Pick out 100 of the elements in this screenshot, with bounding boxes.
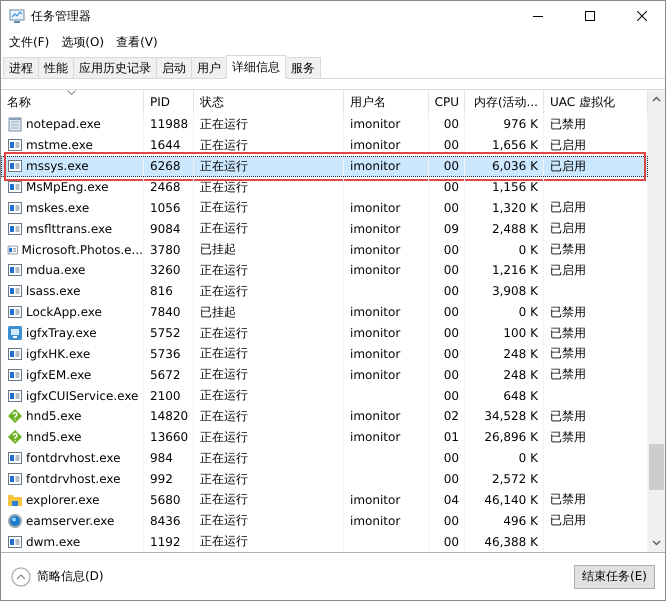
process-row[interactable]: hnd5.exe 13660 正在运行 imonitor 01 26,896 K 已禁用 bbox=[1, 426, 648, 448]
cpu-cell: 00 bbox=[429, 156, 465, 177]
cpu-cell: 00 bbox=[429, 448, 465, 469]
app-window-icon bbox=[7, 534, 23, 550]
process-row[interactable]: LockApp.exe 7840 已挂起 imonitor 00 0 K 已禁用 bbox=[1, 302, 648, 323]
pid-cell: 1192 bbox=[144, 531, 194, 552]
process-name: igfxCUIService.exe bbox=[26, 388, 138, 403]
tab[interactable]: 用户 bbox=[191, 57, 227, 78]
cpu-cell: 00 bbox=[429, 468, 465, 490]
scroll-thumb[interactable] bbox=[649, 444, 664, 490]
cpu-cell: 00 bbox=[429, 176, 465, 198]
app-window-icon bbox=[7, 471, 23, 488]
menu-item[interactable]: 文件(F) bbox=[3, 34, 56, 50]
status-cell: 已挂起 bbox=[194, 239, 344, 260]
cpu-cell: 00 bbox=[429, 260, 465, 281]
tab[interactable]: 服务 bbox=[285, 57, 321, 78]
cpu-cell: 00 bbox=[429, 385, 465, 406]
cpu-cell: 00 bbox=[429, 510, 465, 532]
process-row[interactable]: igfxEM.exe 5672 正在运行 imonitor 00 248 K 已禁用 bbox=[1, 364, 648, 386]
tab[interactable]: 详细信息 bbox=[226, 55, 286, 79]
memory-cell: 1,216 K bbox=[465, 260, 544, 281]
sort-caret-icon bbox=[67, 90, 76, 95]
memory-cell: 46,140 K bbox=[465, 489, 544, 510]
question-diamond-icon bbox=[7, 408, 23, 424]
memory-cell: 2,488 K bbox=[465, 218, 544, 240]
process-row[interactable]: dwm.exe 1192 正在运行 00 46,388 K bbox=[1, 531, 648, 552]
user-cell: imonitor bbox=[344, 489, 429, 510]
process-row[interactable]: hnd5.exe 14820 正在运行 imonitor 02 34,528 K 已禁用 bbox=[1, 406, 648, 427]
cpu-cell: 00 bbox=[429, 531, 465, 552]
cpu-cell: 00 bbox=[429, 280, 465, 302]
column-header[interactable]: 内存(活动... bbox=[465, 90, 544, 114]
process-name: hnd5.exe bbox=[26, 430, 82, 444]
process-row[interactable]: fontdrvhost.exe 984 正在运行 00 0 K bbox=[1, 448, 648, 469]
tab[interactable]: 性能 bbox=[38, 57, 74, 78]
process-row[interactable]: fontdrvhost.exe 992 正在运行 00 2,572 K bbox=[1, 468, 648, 490]
pid-cell: 9084 bbox=[144, 218, 194, 240]
process-name: igfxHK.exe bbox=[26, 346, 90, 361]
status-cell: 正在运行 bbox=[194, 510, 344, 532]
tab[interactable]: 启动 bbox=[156, 57, 192, 78]
end-task-button[interactable]: 结束任务(E) bbox=[574, 564, 655, 588]
scrollbar[interactable] bbox=[648, 90, 665, 552]
process-name: eamserver.exe bbox=[26, 514, 114, 528]
cpu-cell: 00 bbox=[429, 364, 465, 386]
status-cell: 正在运行 bbox=[194, 406, 344, 427]
status-cell: 正在运行 bbox=[194, 426, 344, 448]
app-window-icon bbox=[7, 388, 23, 404]
memory-cell: 46,388 K bbox=[465, 531, 544, 552]
app-window-icon bbox=[7, 137, 23, 154]
user-cell: imonitor bbox=[344, 114, 429, 135]
pid-cell: 6268 bbox=[144, 156, 194, 177]
process-row[interactable]: msflttrans.exe 9084 正在运行 imonitor 09 2,488 K 已启用 bbox=[1, 218, 648, 240]
cpu-cell: 01 bbox=[429, 426, 465, 448]
column-header[interactable]: CPU bbox=[429, 90, 465, 114]
process-name: lsass.exe bbox=[26, 284, 81, 298]
process-row[interactable]: igfxCUIService.exe 2100 正在运行 00 648 K bbox=[1, 385, 648, 406]
process-row[interactable]: igfxTray.exe 5752 正在运行 imonitor 00 100 K 已禁用 bbox=[1, 322, 648, 344]
cpu-cell: 00 bbox=[429, 322, 465, 344]
status-cell: 已挂起 bbox=[194, 302, 344, 323]
process-row[interactable]: explorer.exe 5680 正在运行 imonitor 04 46,140 K 已禁用 bbox=[1, 489, 648, 510]
process-row[interactable]: lsass.exe 816 正在运行 00 3,908 K bbox=[1, 280, 648, 302]
monitor-icon bbox=[7, 325, 23, 342]
process-row[interactable]: mskes.exe 1056 正在运行 imonitor 00 1,320 K 已启用 bbox=[1, 197, 648, 218]
column-header[interactable]: 名称 bbox=[1, 90, 144, 114]
user-cell: imonitor bbox=[344, 302, 429, 323]
column-header[interactable]: 用户名 bbox=[344, 90, 429, 114]
memory-cell: 248 K bbox=[465, 364, 544, 386]
menu-item[interactable]: 选项(O) bbox=[55, 34, 110, 50]
pid-cell: 11988 bbox=[144, 114, 194, 135]
cpu-cell: 04 bbox=[429, 489, 465, 510]
process-row[interactable]: eamserver.exe 8436 正在运行 imonitor 00 496 K 已启用 bbox=[1, 510, 648, 532]
menu-item[interactable]: 查看(V) bbox=[110, 34, 164, 50]
app-window-icon bbox=[7, 262, 23, 278]
user-cell: imonitor bbox=[344, 239, 429, 260]
fewer-details-button[interactable]: 简略信息(D) bbox=[11, 566, 574, 586]
app-window-icon bbox=[7, 366, 23, 383]
process-name: igfxTray.exe bbox=[26, 326, 97, 340]
process-row[interactable]: notepad.exe 11988 正在运行 imonitor 00 976 K 已禁用 bbox=[1, 114, 648, 135]
app-window-icon bbox=[7, 304, 23, 320]
app-window-icon bbox=[7, 200, 23, 216]
user-cell: imonitor bbox=[344, 197, 429, 218]
user-cell: imonitor bbox=[344, 426, 429, 448]
status-cell: 正在运行 bbox=[194, 218, 344, 240]
process-row[interactable]: MsMpEng.exe 2468 正在运行 00 1,156 K bbox=[1, 176, 648, 198]
user-cell: imonitor bbox=[344, 218, 429, 240]
process-row[interactable]: mdua.exe 3260 正在运行 imonitor 00 1,216 K 已启用 bbox=[1, 260, 648, 281]
user-cell: imonitor bbox=[344, 406, 429, 427]
window-title: 任务管理器 bbox=[31, 8, 92, 24]
scroll-down-icon[interactable] bbox=[652, 540, 661, 546]
tab[interactable]: 应用历史记录 bbox=[73, 57, 157, 78]
column-header[interactable]: PID bbox=[144, 90, 194, 114]
cpu-cell: 00 bbox=[429, 343, 465, 364]
process-row[interactable]: igfxHK.exe 5736 正在运行 imonitor 00 248 K 已禁用 bbox=[1, 343, 648, 364]
pid-cell: 13660 bbox=[144, 426, 194, 448]
pid-cell: 3260 bbox=[144, 260, 194, 281]
memory-cell: 6,036 K bbox=[465, 156, 544, 177]
process-row[interactable]: Microsoft.Photos.e... 3780 已挂起 imonitor 00 0 K 已禁用 bbox=[1, 239, 648, 260]
column-header[interactable]: 状态 bbox=[194, 90, 344, 114]
cpu-cell: 02 bbox=[429, 406, 465, 427]
scroll-up-icon[interactable] bbox=[652, 96, 661, 102]
tab[interactable]: 进程 bbox=[3, 57, 39, 78]
